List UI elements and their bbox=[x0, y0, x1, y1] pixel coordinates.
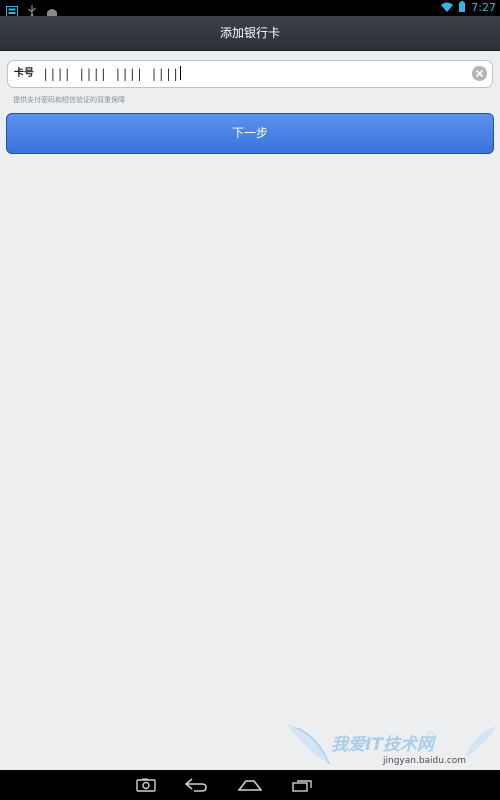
text-caret bbox=[180, 66, 182, 80]
status-bar: 7:27 bbox=[0, 0, 500, 17]
home-icon[interactable] bbox=[230, 770, 270, 800]
camera-icon[interactable] bbox=[126, 770, 166, 800]
recent-apps-icon[interactable] bbox=[283, 770, 323, 800]
security-hint: 提供支付密码和短信验证的双重保障 bbox=[13, 96, 125, 104]
page-title: 添加银行卡 bbox=[219, 26, 280, 40]
status-right-icons: 7:27 bbox=[441, 0, 496, 16]
navigation-bar bbox=[0, 770, 500, 800]
watermark: 我爱IT技术网 jingyan.baidu.com bbox=[285, 722, 500, 770]
screen: 7:27 添加银行卡 卡号 |||| |||| |||| |||| 提供支付密码… bbox=[0, 0, 500, 800]
back-icon[interactable] bbox=[176, 770, 216, 800]
clear-icon[interactable] bbox=[472, 66, 487, 81]
watermark-title: 我爱IT技术网 bbox=[331, 735, 434, 755]
card-number-field[interactable]: 卡号 |||| |||| |||| |||| bbox=[7, 60, 493, 88]
watermark-url: jingyan.baidu.com bbox=[383, 756, 467, 766]
wifi-icon bbox=[441, 2, 454, 15]
card-number-label: 卡号 bbox=[14, 68, 34, 79]
next-step-button[interactable]: 下一步 bbox=[6, 113, 494, 154]
card-number-input[interactable]: |||| |||| |||| |||| bbox=[42, 61, 182, 87]
status-clock: 7:27 bbox=[471, 1, 496, 14]
title-bar: 添加银行卡 bbox=[0, 16, 500, 51]
card-number-value: |||| |||| |||| |||| bbox=[42, 67, 180, 81]
battery-icon bbox=[459, 1, 466, 15]
